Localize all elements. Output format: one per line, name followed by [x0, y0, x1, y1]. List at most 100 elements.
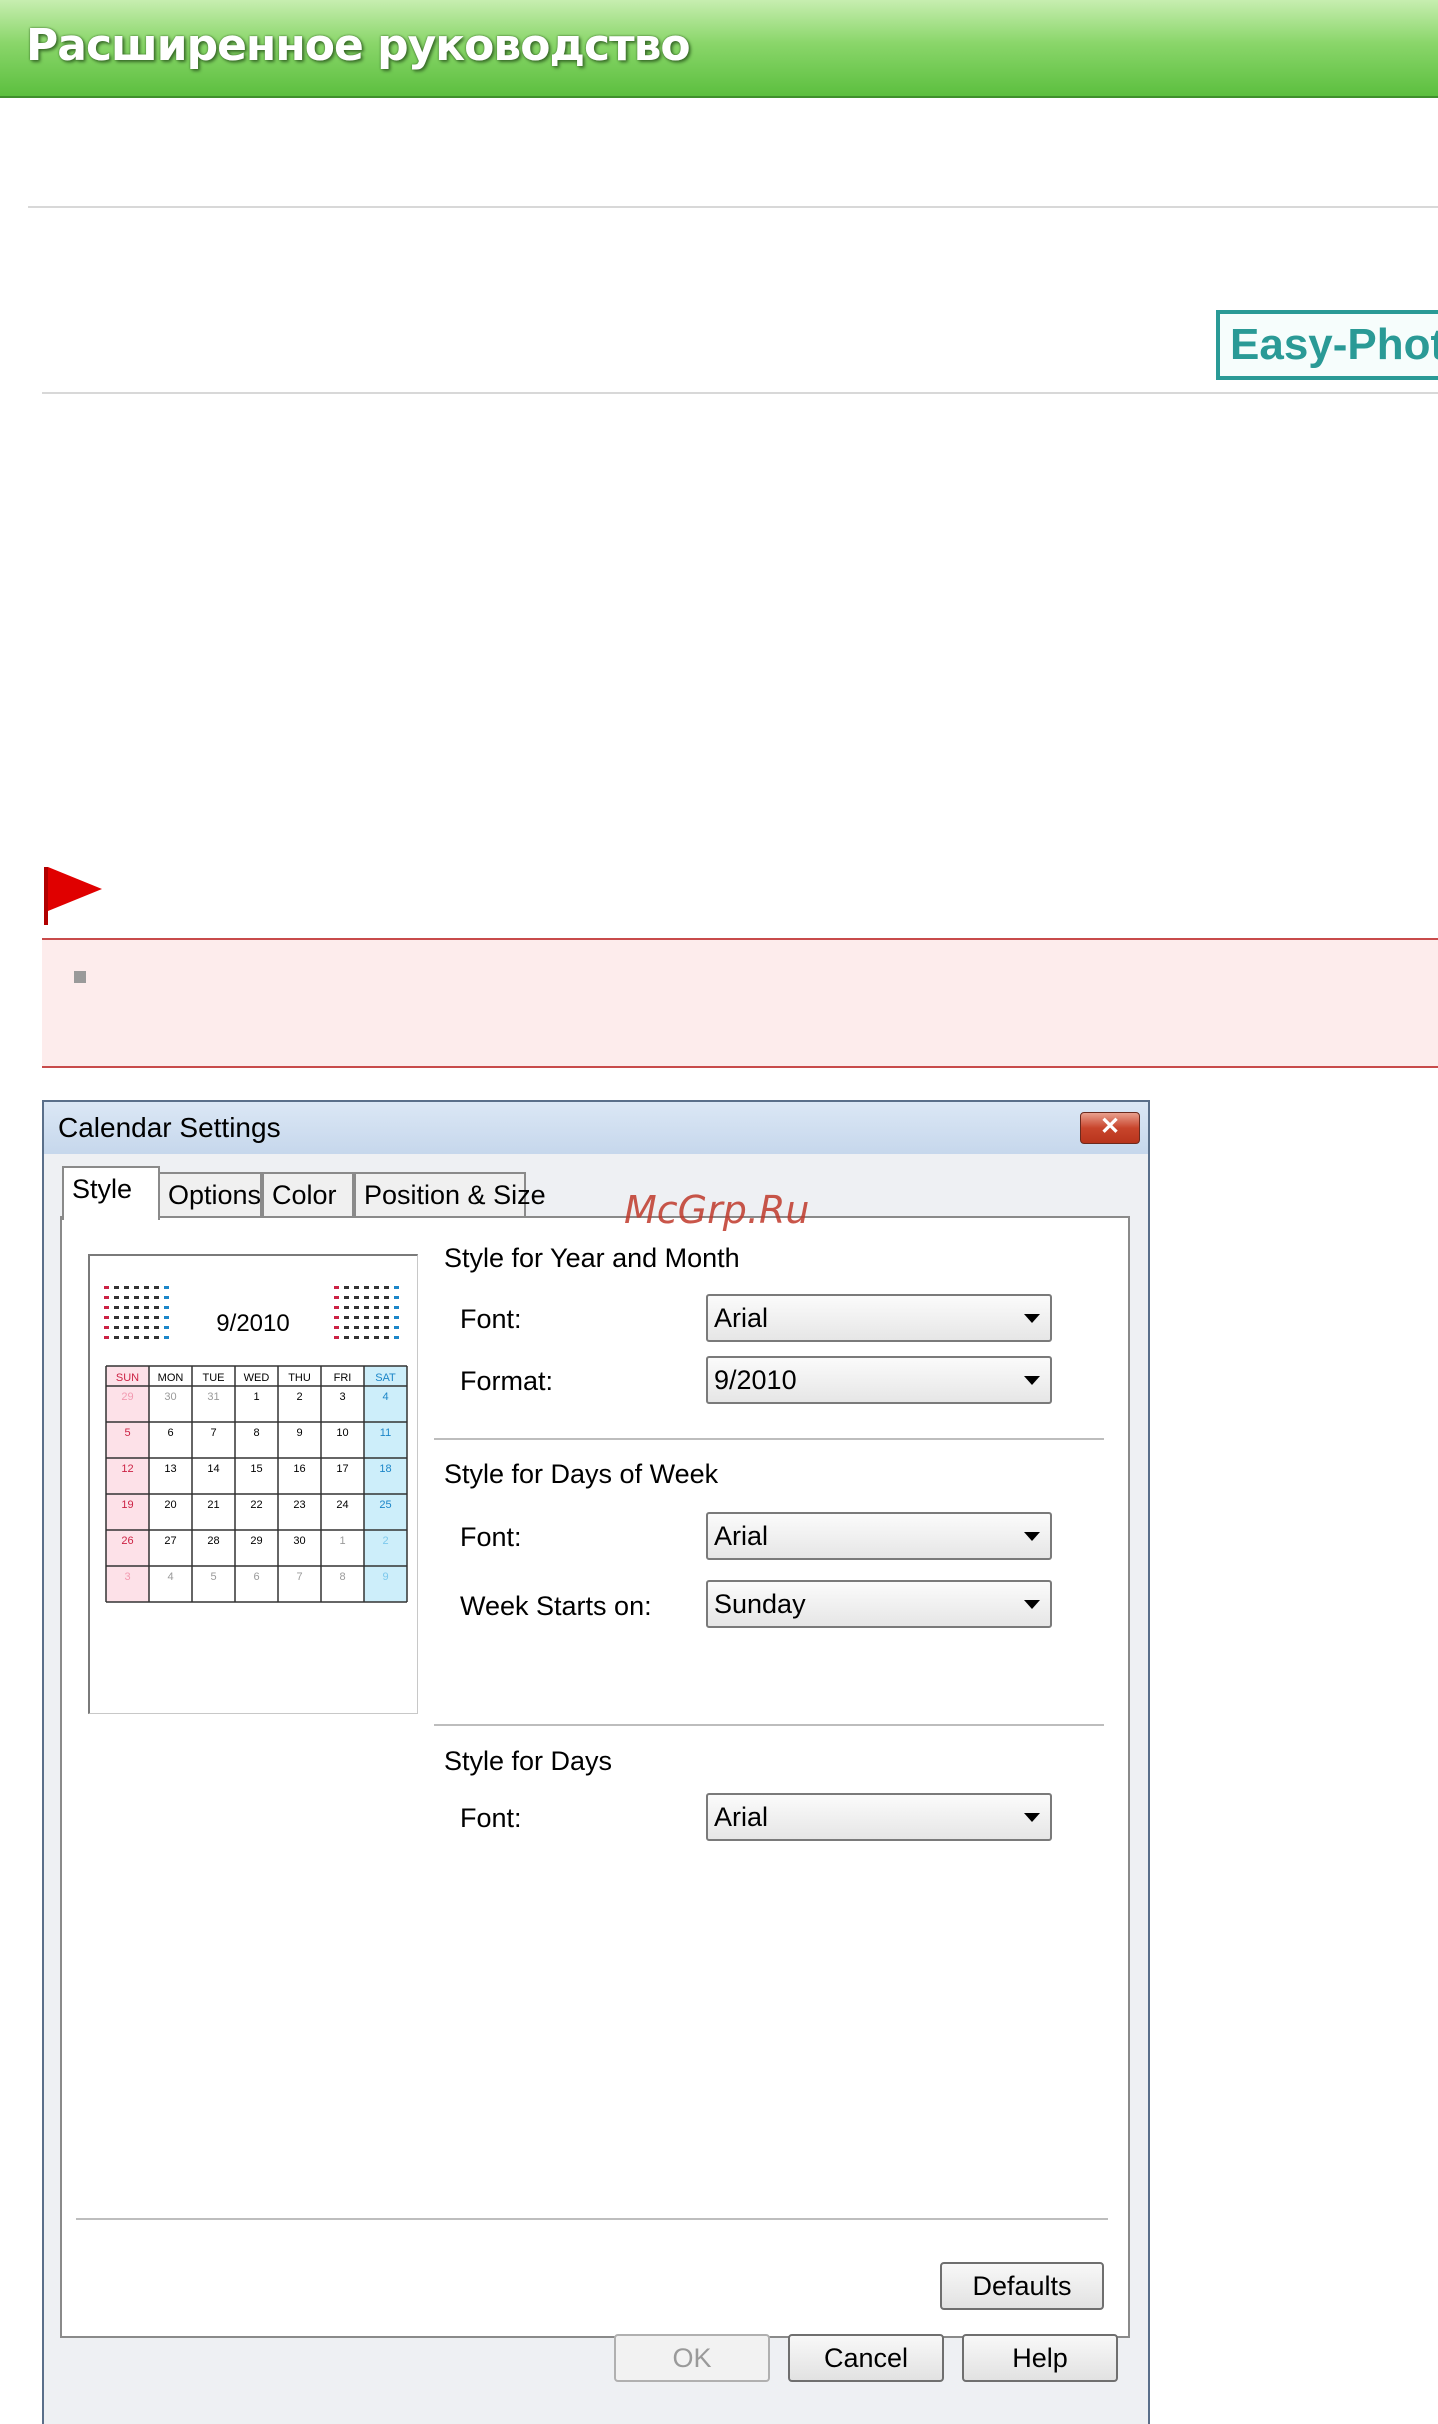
calendar-day-number: 2	[296, 1391, 302, 1403]
mini-calendar-dot	[384, 1306, 389, 1309]
mini-calendar-dot	[154, 1336, 159, 1339]
cancel-button[interactable]: Cancel	[788, 2334, 944, 2382]
mini-calendar-dot	[374, 1296, 379, 1299]
mini-calendar-dot	[364, 1336, 369, 1339]
mini-calendar-dot	[124, 1286, 129, 1289]
calendar-day-number: 27	[164, 1535, 176, 1547]
close-button[interactable]: ✕	[1080, 1112, 1140, 1144]
mini-calendar-dot	[384, 1326, 389, 1329]
days-font-select[interactable]: Arial	[706, 1793, 1052, 1841]
mini-calendar-dot	[124, 1296, 129, 1299]
calendar-day-number: 26	[121, 1535, 133, 1547]
divider-top	[28, 206, 1438, 208]
calendar-day-number: 9	[382, 1571, 388, 1583]
mini-calendar-dot	[164, 1336, 169, 1339]
mini-calendar-dot	[354, 1286, 359, 1289]
mini-calendar-dot	[384, 1286, 389, 1289]
calendar-day-number: 19	[121, 1499, 133, 1511]
mini-calendar-dot	[104, 1296, 109, 1299]
dialog-titlebar[interactable]: Calendar Settings ✕	[44, 1102, 1148, 1154]
mini-calendar-dot	[374, 1316, 379, 1319]
mini-calendar-dot	[124, 1336, 129, 1339]
year-month-font-select[interactable]: Arial	[706, 1294, 1052, 1342]
calendar-day-number: 6	[253, 1571, 259, 1583]
calendar-day-number: 8	[339, 1571, 345, 1583]
mini-calendar-dot	[364, 1306, 369, 1309]
tab-position-size-label: Position & Size	[364, 1180, 546, 1210]
header-banner: Расширенное руководство	[0, 0, 1438, 98]
days-of-week-font-value: Arial	[714, 1521, 769, 1551]
mini-calendar-dot	[364, 1296, 369, 1299]
calendar-day-number: 31	[207, 1391, 219, 1403]
mini-calendar-dot	[344, 1296, 349, 1299]
calendar-day-number: 3	[124, 1571, 130, 1583]
easy-photoprint-logo: Easy-PhotoPrint EX	[1216, 310, 1438, 380]
year-month-format-label: Format:	[460, 1366, 554, 1396]
calendar-day-number: 20	[164, 1499, 176, 1511]
chevron-down-icon	[1024, 1813, 1040, 1822]
calendar-weekday-label: WED	[244, 1372, 270, 1384]
mini-calendar-dot	[154, 1326, 159, 1329]
calendar-weekday-label: TUE	[203, 1372, 225, 1384]
calendar-day-number: 6	[167, 1427, 173, 1439]
ok-button[interactable]: OK	[614, 2334, 770, 2382]
days-font-value: Arial	[714, 1802, 769, 1832]
mini-calendar-dot	[374, 1286, 379, 1289]
mini-calendar-dot	[344, 1326, 349, 1329]
chevron-down-icon	[1024, 1532, 1040, 1541]
mini-calendar-dot	[344, 1306, 349, 1309]
calendar-day-number: 16	[293, 1463, 305, 1475]
days-of-week-font-select[interactable]: Arial	[706, 1512, 1052, 1560]
mini-calendar-dot	[154, 1286, 159, 1289]
mini-calendar-dot	[364, 1326, 369, 1329]
mini-calendar-dot	[164, 1326, 169, 1329]
preview-month-label: 9/2010	[216, 1310, 289, 1337]
help-button[interactable]: Help	[962, 2334, 1118, 2382]
tab-options[interactable]: Options	[158, 1172, 262, 1218]
mini-calendar-dot	[354, 1336, 359, 1339]
tab-color-label: Color	[272, 1180, 337, 1210]
calendar-preview: 9/2010 SUN MON TUE WED THU FRI SAT 29 30 31 1 2 3 4 5 6 7…	[88, 1254, 418, 1714]
mini-calendar-dot	[374, 1336, 379, 1339]
mini-calendar-dot	[374, 1306, 379, 1309]
year-month-section-title: Style for Year and Month	[444, 1243, 740, 1273]
chevron-down-icon	[1024, 1600, 1040, 1609]
calendar-day-number: 23	[293, 1499, 305, 1511]
calendar-day-number: 9	[296, 1427, 302, 1439]
mini-calendar-dot	[134, 1296, 139, 1299]
tab-color[interactable]: Color	[262, 1172, 354, 1218]
mini-calendar-dot	[374, 1326, 379, 1329]
week-starts-select[interactable]: Sunday	[706, 1580, 1052, 1628]
mini-calendar-dot	[154, 1296, 159, 1299]
year-month-font-value: Arial	[714, 1303, 769, 1333]
tab-style-label: Style	[72, 1174, 133, 1204]
mini-calendar-dot	[394, 1286, 399, 1289]
mini-calendar-dot	[164, 1306, 169, 1309]
calendar-day-number: 7	[210, 1427, 216, 1439]
calendar-weekday-label: FRI	[334, 1372, 352, 1384]
calendar-day-number: 1	[339, 1535, 345, 1547]
mini-calendar-dot	[134, 1336, 139, 1339]
calendar-day-number: 3	[339, 1391, 345, 1403]
mini-calendar-dot	[394, 1296, 399, 1299]
calendar-day-number: 8	[253, 1427, 259, 1439]
defaults-button[interactable]: Defaults	[940, 2262, 1104, 2310]
calendar-day-number: 21	[207, 1499, 219, 1511]
mini-calendar-dot	[384, 1336, 389, 1339]
mini-calendar-dot	[114, 1316, 119, 1319]
mini-calendar-dot	[104, 1286, 109, 1289]
mini-calendar-dot	[344, 1336, 349, 1339]
mini-calendar-dot	[344, 1316, 349, 1319]
year-month-format-select[interactable]: 9/2010	[706, 1356, 1052, 1404]
tab-position-size[interactable]: Position & Size	[354, 1172, 546, 1218]
mini-calendar-dot	[114, 1286, 119, 1289]
mini-calendar-dot	[364, 1286, 369, 1289]
mini-calendar-dot	[334, 1296, 339, 1299]
mini-calendar-dot	[124, 1306, 129, 1309]
calendar-day-number: 12	[121, 1463, 133, 1475]
calendar-day-number: 2	[382, 1535, 388, 1547]
mini-calendar-dot	[134, 1326, 139, 1329]
mini-calendar-dot	[144, 1306, 149, 1309]
tab-style[interactable]: Style	[62, 1166, 160, 1220]
days-of-week-font-label: Font:	[460, 1522, 522, 1552]
